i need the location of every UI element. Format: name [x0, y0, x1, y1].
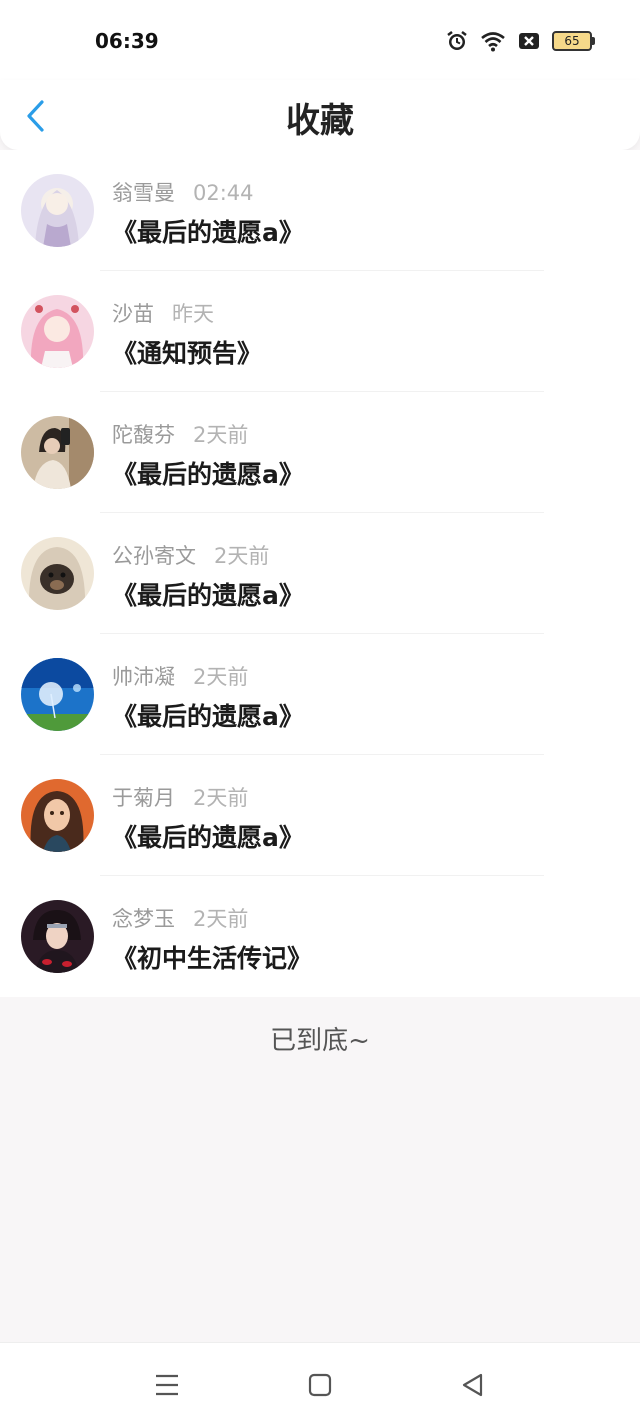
list-item[interactable]: 帅沛凝 2天前 《最后的遗愿a》 [0, 634, 640, 755]
book-title: 《最后的遗愿a》 [112, 581, 304, 610]
user-name: 念梦玉 [112, 907, 175, 931]
favorites-list: 翁雪曼 02:44 《最后的遗愿a》 沙苗 昨天 《通知预告》 陀馥芬 2天前 … [0, 150, 640, 997]
status-icons: 65 [446, 29, 595, 53]
status-bar: 06:39 65 [0, 0, 640, 80]
timestamp: 02:44 [193, 181, 254, 205]
timestamp: 2天前 [193, 665, 249, 689]
home-square-icon [308, 1373, 332, 1397]
book-title: 《初中生活传记》 [112, 944, 313, 973]
item-meta: 念梦玉 2天前 [112, 903, 248, 933]
timestamp: 2天前 [214, 544, 270, 568]
battery-icon: 65 [552, 31, 595, 51]
user-name: 公孙寄文 [112, 544, 196, 568]
list-item[interactable]: 翁雪曼 02:44 《最后的遗愿a》 [0, 150, 640, 271]
item-meta: 帅沛凝 2天前 [112, 661, 248, 691]
list-item[interactable]: 沙苗 昨天 《通知预告》 [0, 271, 640, 392]
timestamp: 2天前 [193, 786, 249, 810]
avatar[interactable] [21, 900, 94, 973]
timestamp: 2天前 [193, 907, 249, 931]
book-title: 《最后的遗愿a》 [112, 702, 304, 731]
item-meta: 沙苗 昨天 [112, 298, 214, 328]
user-name: 沙苗 [112, 302, 154, 326]
avatar[interactable] [21, 658, 94, 731]
book-title: 《最后的遗愿a》 [112, 460, 304, 489]
user-name: 陀馥芬 [112, 423, 175, 447]
back-triangle-icon [462, 1373, 483, 1397]
item-meta: 翁雪曼 02:44 [112, 177, 254, 207]
item-meta: 公孙寄文 2天前 [112, 540, 269, 570]
wifi-icon [481, 32, 505, 52]
avatar[interactable] [21, 174, 94, 247]
avatar[interactable] [21, 295, 94, 368]
user-name: 于菊月 [112, 786, 175, 810]
book-title: 《通知预告》 [112, 339, 263, 368]
end-of-list-text: 已到底~ [270, 1026, 370, 1056]
menu-button[interactable] [149, 1367, 185, 1403]
list-item[interactable]: 陀馥芬 2天前 《最后的遗愿a》 [0, 392, 640, 513]
status-time: 06:39 [95, 29, 159, 53]
item-meta: 陀馥芬 2天前 [112, 419, 248, 449]
battery-level: 65 [564, 34, 580, 48]
header: 收藏 [0, 80, 640, 150]
alarm-icon [447, 31, 467, 50]
list-item[interactable]: 念梦玉 2天前 《初中生活传记》 [0, 876, 640, 997]
list-item[interactable]: 于菊月 2天前 《最后的遗愿a》 [0, 755, 640, 876]
home-button[interactable] [302, 1367, 338, 1403]
item-meta: 于菊月 2天前 [112, 782, 248, 812]
avatar[interactable] [21, 779, 94, 852]
avatar[interactable] [21, 416, 94, 489]
book-title: 《最后的遗愿a》 [112, 218, 304, 247]
navigation-bar [0, 1342, 640, 1423]
timestamp: 昨天 [172, 302, 214, 326]
sim-blocked-icon [519, 33, 539, 49]
book-title: 《最后的遗愿a》 [112, 823, 304, 852]
system-back-button[interactable] [455, 1367, 491, 1403]
menu-icon [156, 1374, 178, 1396]
user-name: 帅沛凝 [112, 665, 175, 689]
user-name: 翁雪曼 [112, 181, 175, 205]
list-item[interactable]: 公孙寄文 2天前 《最后的遗愿a》 [0, 513, 640, 634]
timestamp: 2天前 [193, 423, 249, 447]
avatar[interactable] [21, 537, 94, 610]
page-title: 收藏 [286, 101, 354, 141]
